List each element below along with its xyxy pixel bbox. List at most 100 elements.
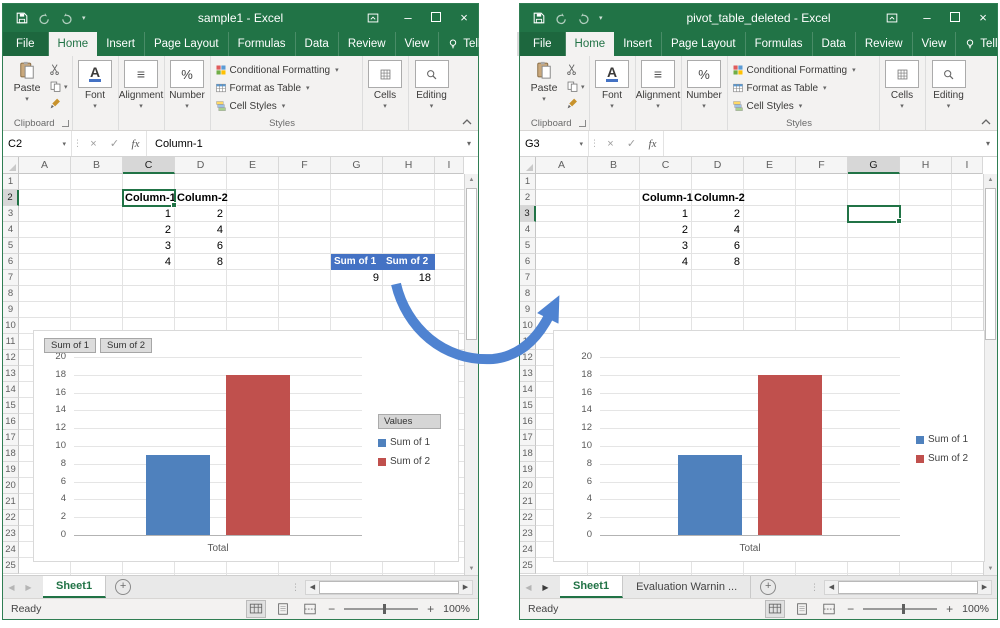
row-header-19[interactable]: 19 — [520, 462, 536, 478]
formula-bar-expand-icon[interactable]: ▾ — [460, 131, 478, 156]
scroll-right-icon[interactable]: ▶ — [978, 583, 991, 591]
menu-tab-file[interactable]: File — [3, 32, 49, 56]
row-header-12[interactable]: 12 — [3, 350, 19, 366]
row-header-15[interactable]: 15 — [520, 398, 536, 414]
format-painter-icon[interactable] — [49, 97, 62, 110]
zoom-in-button[interactable]: + — [946, 602, 953, 616]
save-icon[interactable] — [532, 11, 546, 25]
legend-item-sum-of-1[interactable]: Sum of 1 — [378, 437, 441, 448]
copy-icon[interactable] — [49, 80, 62, 93]
cut-icon[interactable] — [566, 63, 579, 76]
row-header-13[interactable]: 13 — [3, 366, 19, 382]
row-header-11[interactable]: 11 — [3, 334, 19, 350]
ribbon-display-options-icon[interactable] — [366, 11, 380, 25]
scroll-down-icon[interactable]: ▼ — [465, 566, 478, 572]
conditional-formatting-button[interactable]: Conditional Formatting▾ — [215, 61, 339, 79]
cell-G7[interactable]: 9 — [331, 270, 383, 286]
ribbon-display-options-icon[interactable] — [885, 11, 899, 25]
menu-tab-review[interactable]: Review — [856, 32, 913, 56]
menu-tab-review[interactable]: Review — [339, 32, 396, 56]
column-header-i[interactable]: I — [952, 157, 983, 174]
cell-D2[interactable]: Column-2 — [692, 190, 744, 206]
row-header-17[interactable]: 17 — [520, 430, 536, 446]
clipboard-dialog-launcher[interactable] — [62, 120, 69, 127]
cell-styles-button[interactable]: Cell Styles▾ — [732, 97, 803, 115]
menu-tab-insert[interactable]: Insert — [614, 32, 662, 56]
font-button[interactable]: A — [78, 60, 112, 88]
zoom-level[interactable]: 100% — [962, 603, 989, 615]
row-header-3[interactable]: 3 — [3, 206, 19, 222]
maximize-button[interactable] — [422, 4, 450, 32]
row-header-8[interactable]: 8 — [520, 286, 536, 302]
menu-tab-data[interactable]: Data — [296, 32, 339, 56]
column-header-h[interactable]: H — [900, 157, 952, 174]
scroll-left-icon[interactable]: ◀ — [825, 583, 838, 591]
menu-tab-file[interactable]: File — [520, 32, 566, 56]
scroll-up-icon[interactable]: ▲ — [465, 177, 478, 183]
name-box[interactable]: C2▾ — [3, 131, 72, 156]
close-button[interactable]: × — [450, 4, 478, 32]
row-header-21[interactable]: 21 — [520, 494, 536, 510]
scroll-right-icon[interactable]: ▶ — [459, 583, 472, 591]
row-header-7[interactable]: 7 — [3, 270, 19, 286]
collapse-ribbon-icon[interactable] — [980, 118, 992, 126]
row-header-8[interactable]: 8 — [3, 286, 19, 302]
save-icon[interactable] — [15, 11, 29, 25]
row-header-22[interactable]: 22 — [520, 510, 536, 526]
cell-H7[interactable]: 18 — [383, 270, 435, 286]
cell-C4[interactable]: 2 — [640, 222, 692, 238]
alignment-button[interactable]: ≡ — [124, 60, 158, 88]
namebox-splitter[interactable]: ⋮ — [72, 131, 83, 156]
row-header-13[interactable]: 13 — [520, 366, 536, 382]
sheet-nav-prev-icon[interactable]: ◀ — [3, 576, 20, 598]
column-header-f[interactable]: F — [279, 157, 331, 174]
cell-D3[interactable]: 2 — [175, 206, 227, 222]
menu-tab-insert[interactable]: Insert — [97, 32, 145, 56]
zoom-level[interactable]: 100% — [443, 603, 470, 615]
cut-icon[interactable] — [49, 63, 62, 76]
row-header-14[interactable]: 14 — [3, 382, 19, 398]
cancel-icon[interactable]: × — [83, 131, 104, 156]
row-header-10[interactable]: 10 — [3, 318, 19, 334]
row-header-2[interactable]: 2 — [3, 190, 19, 206]
row-header-20[interactable]: 20 — [3, 478, 19, 494]
row-header-4[interactable]: 4 — [520, 222, 536, 238]
new-sheet-button[interactable]: + — [760, 579, 776, 595]
namebox-splitter[interactable]: ⋮ — [589, 131, 600, 156]
enter-check-icon[interactable]: ✓ — [621, 131, 642, 156]
close-button[interactable]: × — [969, 4, 997, 32]
cell-D3[interactable]: 2 — [692, 206, 744, 222]
cell-D6[interactable]: 8 — [175, 254, 227, 270]
zoom-in-button[interactable]: + — [427, 602, 434, 616]
column-header-h[interactable]: H — [383, 157, 435, 174]
row-header-1[interactable]: 1 — [520, 174, 536, 190]
row-header-10[interactable]: 10 — [520, 318, 536, 334]
spreadsheet-grid[interactable]: ABCDEFGHI 123456789101112131415161718192… — [3, 157, 478, 575]
column-header-g[interactable]: G — [848, 157, 900, 174]
cell-C3[interactable]: 1 — [640, 206, 692, 222]
enter-check-icon[interactable]: ✓ — [104, 131, 125, 156]
menu-tab-formulas[interactable]: Formulas — [229, 32, 296, 56]
font-button[interactable]: A — [595, 60, 629, 88]
vertical-scrollbar[interactable]: ▲ ▼ — [464, 174, 478, 575]
cell-G6[interactable]: Sum of 1 — [331, 254, 383, 270]
cancel-icon[interactable]: × — [600, 131, 621, 156]
menu-tab-formulas[interactable]: Formulas — [746, 32, 813, 56]
minimize-button[interactable]: – — [913, 4, 941, 32]
format-as-table-button[interactable]: Format as Table▾ — [732, 79, 827, 97]
vertical-scroll-thumb[interactable] — [985, 188, 996, 340]
format-as-table-button[interactable]: Format as Table▾ — [215, 79, 310, 97]
column-header-g[interactable]: G — [331, 157, 383, 174]
column-header-b[interactable]: B — [71, 157, 123, 174]
row-header-14[interactable]: 14 — [520, 382, 536, 398]
scroll-left-icon[interactable]: ◀ — [306, 583, 319, 591]
normal-view-icon[interactable] — [247, 601, 265, 617]
cells-button[interactable] — [368, 60, 402, 88]
row-header-23[interactable]: 23 — [3, 526, 19, 542]
row-header-23[interactable]: 23 — [520, 526, 536, 542]
menu-tab-home[interactable]: Home — [49, 32, 98, 56]
page-break-view-icon[interactable] — [301, 601, 319, 617]
clipboard-dialog-launcher[interactable] — [579, 120, 586, 127]
undo-icon[interactable] — [38, 12, 51, 25]
insert-function-icon[interactable]: fx — [125, 131, 146, 156]
